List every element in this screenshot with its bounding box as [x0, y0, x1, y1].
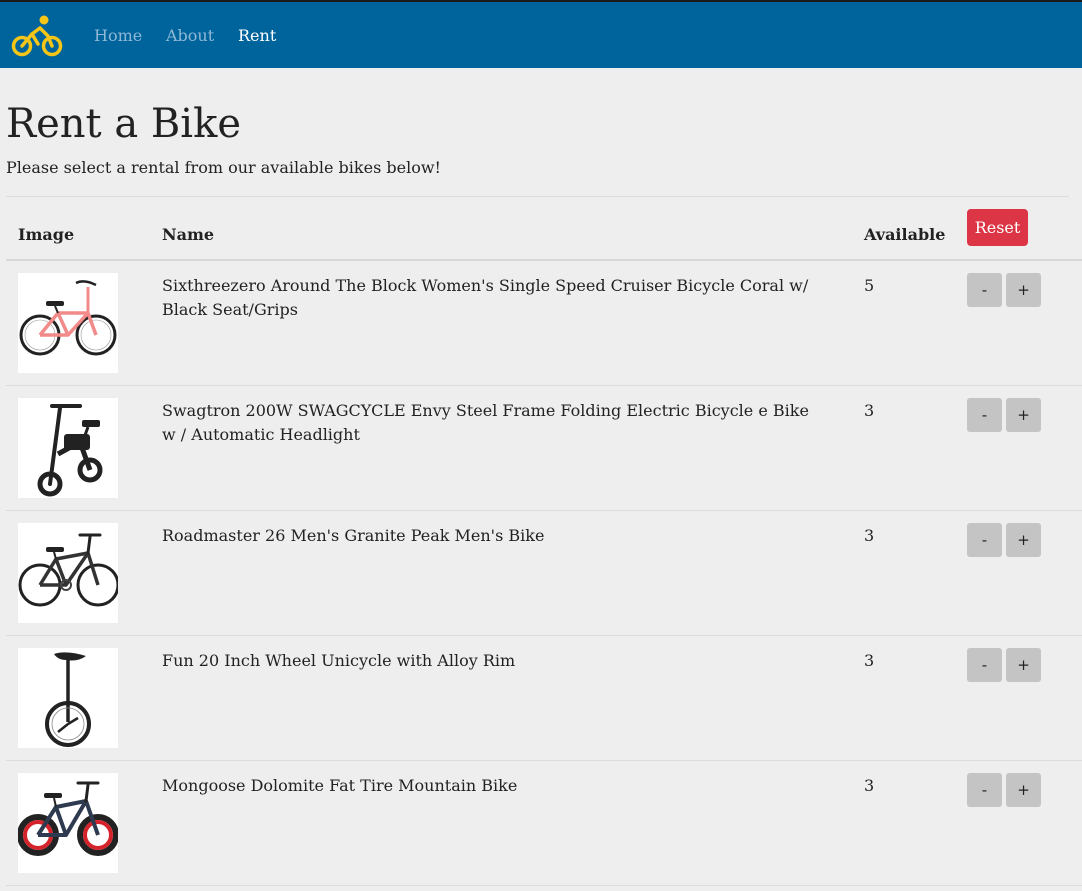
bike-name: Mongoose Dolomite Fat Tire Mountain Bike [162, 776, 518, 795]
mountain-bike-image [18, 523, 118, 623]
column-header-available: Available [864, 225, 946, 244]
decrement-button[interactable]: - [967, 648, 1002, 682]
increment-button[interactable]: + [1006, 773, 1041, 807]
bike-name: Fun 20 Inch Wheel Unicycle with Alloy Ri… [162, 651, 516, 670]
table-row: Fun 20 Inch Wheel Unicycle with Alloy Ri… [6, 636, 1082, 761]
nav-link-home[interactable]: Home [94, 26, 142, 45]
bike-name: Sixthreezero Around The Block Women's Si… [162, 276, 809, 319]
nav-link-rent[interactable]: Rent [238, 26, 276, 45]
increment-button[interactable]: + [1006, 523, 1041, 557]
column-header-name: Name [162, 225, 215, 244]
unicycle-image [18, 648, 118, 748]
available-count: 3 [864, 401, 875, 420]
reset-button[interactable]: Reset [967, 209, 1028, 246]
table-row: Swagtron 200W SWAGCYCLE Envy Steel Frame… [6, 386, 1082, 511]
increment-button[interactable]: + [1006, 648, 1041, 682]
decrement-button[interactable]: - [967, 523, 1002, 557]
fat-tire-bike-image [18, 773, 118, 873]
available-count: 3 [864, 526, 875, 545]
bike-name: Swagtron 200W SWAGCYCLE Envy Steel Frame… [162, 401, 809, 444]
page-title: Rent a Bike [6, 101, 241, 147]
decrement-button[interactable]: - [967, 398, 1002, 432]
available-count: 3 [864, 776, 875, 795]
decrement-button[interactable]: - [967, 273, 1002, 307]
available-count: 3 [864, 651, 875, 670]
bike-name: Roadmaster 26 Men's Granite Peak Men's B… [162, 526, 545, 545]
table-row: Sixthreezero Around The Block Women's Si… [6, 261, 1082, 386]
nav-link-about[interactable]: About [166, 26, 214, 45]
column-header-image: Image [18, 225, 75, 244]
available-count: 5 [864, 276, 875, 295]
navbar: Home About Rent [0, 2, 1082, 68]
coral-cruiser-bike-image [18, 273, 118, 373]
divider [6, 196, 1069, 197]
row-divider [6, 885, 1082, 886]
bicycle-icon[interactable] [10, 14, 66, 58]
increment-button[interactable]: + [1006, 398, 1041, 432]
table-row: Mongoose Dolomite Fat Tire Mountain Bike… [6, 761, 1082, 886]
decrement-button[interactable]: - [967, 773, 1002, 807]
table-row: Roadmaster 26 Men's Granite Peak Men's B… [6, 511, 1082, 636]
folding-ebike-image [18, 398, 118, 498]
increment-button[interactable]: + [1006, 273, 1041, 307]
page-subtitle: Please select a rental from our availabl… [6, 158, 441, 177]
